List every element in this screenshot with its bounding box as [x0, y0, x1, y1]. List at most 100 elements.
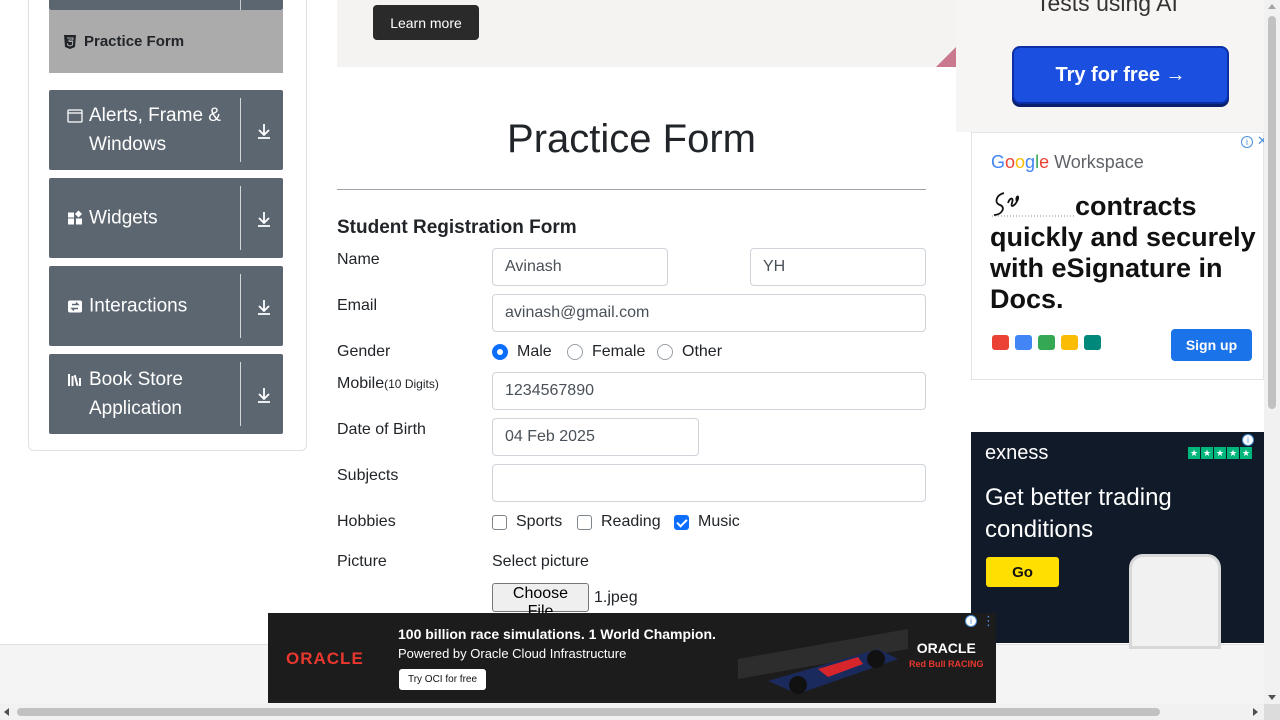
dob-label: Date of Birth	[337, 421, 426, 438]
rating-stars: ★ ★ ★ ★ ★	[1188, 447, 1252, 459]
learn-more-button[interactable]: Learn more	[373, 5, 479, 40]
subjects-input[interactable]	[492, 464, 926, 502]
download-icon[interactable]	[255, 386, 273, 404]
scrollbar-thumb[interactable]	[1268, 16, 1276, 409]
adchoices-icon[interactable]: i	[965, 615, 977, 627]
adchoices-icon[interactable]: i	[1241, 136, 1253, 148]
checkbox-label: Reading	[601, 513, 661, 530]
meet-icon	[1084, 335, 1101, 350]
interactions-icon	[68, 300, 82, 313]
choose-file-button[interactable]: Choose File	[492, 583, 589, 620]
sidebar-group-book-store[interactable]: Book Store Application	[49, 354, 283, 434]
library-icon	[68, 374, 81, 387]
sidebar-item-label: Practice Form	[84, 33, 185, 50]
more-options-icon[interactable]: ⋮	[982, 613, 995, 629]
last-name-input[interactable]	[750, 248, 926, 286]
mobile-label-text: Mobile	[337, 375, 385, 392]
divider	[240, 186, 241, 250]
selected-file-name: 1.jpeg	[594, 589, 638, 606]
download-icon[interactable]	[255, 122, 273, 140]
gender-radio-female[interactable]: Female	[567, 343, 645, 361]
gender-radio-male[interactable]: Male	[492, 343, 552, 361]
page-title: Practice Form	[507, 117, 756, 161]
sidebar-group-interactions[interactable]: Interactions	[49, 266, 283, 346]
banner-decoration	[936, 47, 956, 67]
gender-radio-other[interactable]: Other	[657, 343, 722, 361]
sidebar-group-label: Book Store Application	[89, 369, 183, 419]
radio-label: Female	[592, 343, 646, 360]
sidebar-group-forms-stub[interactable]	[49, 0, 283, 10]
subjects-label: Subjects	[337, 467, 399, 484]
divider	[240, 98, 241, 162]
sign-up-button[interactable]: Sign up	[1171, 329, 1252, 361]
try-oci-button[interactable]: Try OCI for free	[399, 669, 486, 690]
adchoices-icon[interactable]: i	[1242, 434, 1254, 446]
race-car-image	[738, 629, 908, 694]
ad-headline: contracts quickly and securely with eSig…	[990, 191, 1256, 314]
ad-oracle[interactable]: ORACLE 100 billion race simulations. 1 W…	[268, 613, 996, 703]
phone-image	[1129, 554, 1221, 649]
checkbox-label: Music	[698, 513, 740, 530]
radio-label: Male	[517, 343, 552, 360]
checkbox-box[interactable]	[577, 514, 592, 530]
keep-icon	[1061, 335, 1078, 350]
html5-icon	[64, 34, 76, 49]
gender-label: Gender	[337, 343, 391, 360]
go-button[interactable]: Go	[986, 557, 1059, 587]
divider	[240, 274, 241, 338]
ad-headline: 100 billion race simulations. 1 World Ch…	[398, 626, 716, 642]
google-workspace-logo: Google Workspace	[991, 152, 1144, 172]
scroll-right-arrow[interactable]	[1253, 708, 1258, 716]
email-label: Email	[337, 297, 378, 314]
ad-subheadline: Powered by Oracle Cloud Infrastructure	[398, 646, 627, 661]
gmail-icon	[992, 335, 1009, 350]
radio-indicator[interactable]	[492, 344, 508, 360]
promo-banner: Learn more	[337, 0, 956, 67]
picture-label: Picture	[337, 553, 387, 570]
email-field[interactable]	[492, 294, 926, 332]
calendar-icon	[1015, 335, 1032, 350]
download-icon[interactable]	[255, 210, 273, 228]
hobby-checkbox-reading[interactable]: Reading	[577, 513, 661, 531]
first-name-input[interactable]	[492, 248, 668, 286]
sidebar-group-alerts[interactable]: Alerts, Frame & Windows	[49, 90, 283, 170]
mobile-label: Mobile(10 Digits)	[337, 375, 439, 393]
scrollbar-thumb[interactable]	[17, 708, 1160, 716]
try-for-free-button[interactable]: Try for free →	[1012, 46, 1229, 104]
divider	[337, 189, 926, 190]
ad-headline: Get better trading conditions	[985, 484, 1172, 543]
drive-icon	[1038, 335, 1055, 350]
exness-logo: exness	[985, 442, 1049, 464]
checkbox-box[interactable]	[492, 514, 507, 530]
select-picture-label: Select picture	[492, 553, 589, 570]
divider	[240, 0, 241, 10]
radio-indicator[interactable]	[657, 344, 673, 360]
checkbox-label: Sports	[516, 513, 563, 530]
workspace-app-icons	[992, 335, 1101, 350]
sidebar-group-label: Interactions	[89, 295, 188, 317]
hobbies-label: Hobbies	[337, 513, 396, 530]
checkbox-box[interactable]	[674, 514, 689, 530]
sidebar-item-practice-form[interactable]: Practice Form	[49, 10, 283, 73]
scroll-up-arrow[interactable]	[1268, 4, 1276, 9]
sidebar-group-label: Widgets	[89, 207, 158, 229]
dob-input[interactable]	[492, 418, 699, 456]
vertical-scrollbar[interactable]	[1264, 0, 1280, 704]
scroll-down-arrow[interactable]	[1268, 695, 1276, 700]
ad-exness[interactable]: exness ★ ★ ★ ★ ★ Get better trading conditio…	[971, 432, 1264, 649]
sidebar-group-widgets[interactable]: Widgets	[49, 178, 283, 258]
mobile-field[interactable]	[492, 372, 926, 410]
ad-text: Tests using AI	[1036, 0, 1178, 16]
divider	[240, 362, 241, 426]
scrollbar-corner	[1264, 704, 1280, 720]
radio-indicator[interactable]	[567, 344, 583, 360]
hobby-checkbox-sports[interactable]: Sports	[492, 513, 562, 531]
ad-top-right[interactable]: Tests using AI Try for free →	[956, 0, 1264, 132]
ad-google-workspace[interactable]: Google Workspace contracts quickly and s…	[971, 132, 1268, 380]
oracle-redbull-logo: ORACLE Red Bull RACING	[909, 640, 984, 669]
download-icon[interactable]	[255, 298, 273, 316]
horizontal-scrollbar[interactable]	[0, 704, 1264, 720]
hobby-checkbox-music[interactable]: Music	[674, 513, 740, 531]
scroll-left-arrow[interactable]	[4, 708, 9, 716]
widgets-icon	[68, 210, 83, 225]
